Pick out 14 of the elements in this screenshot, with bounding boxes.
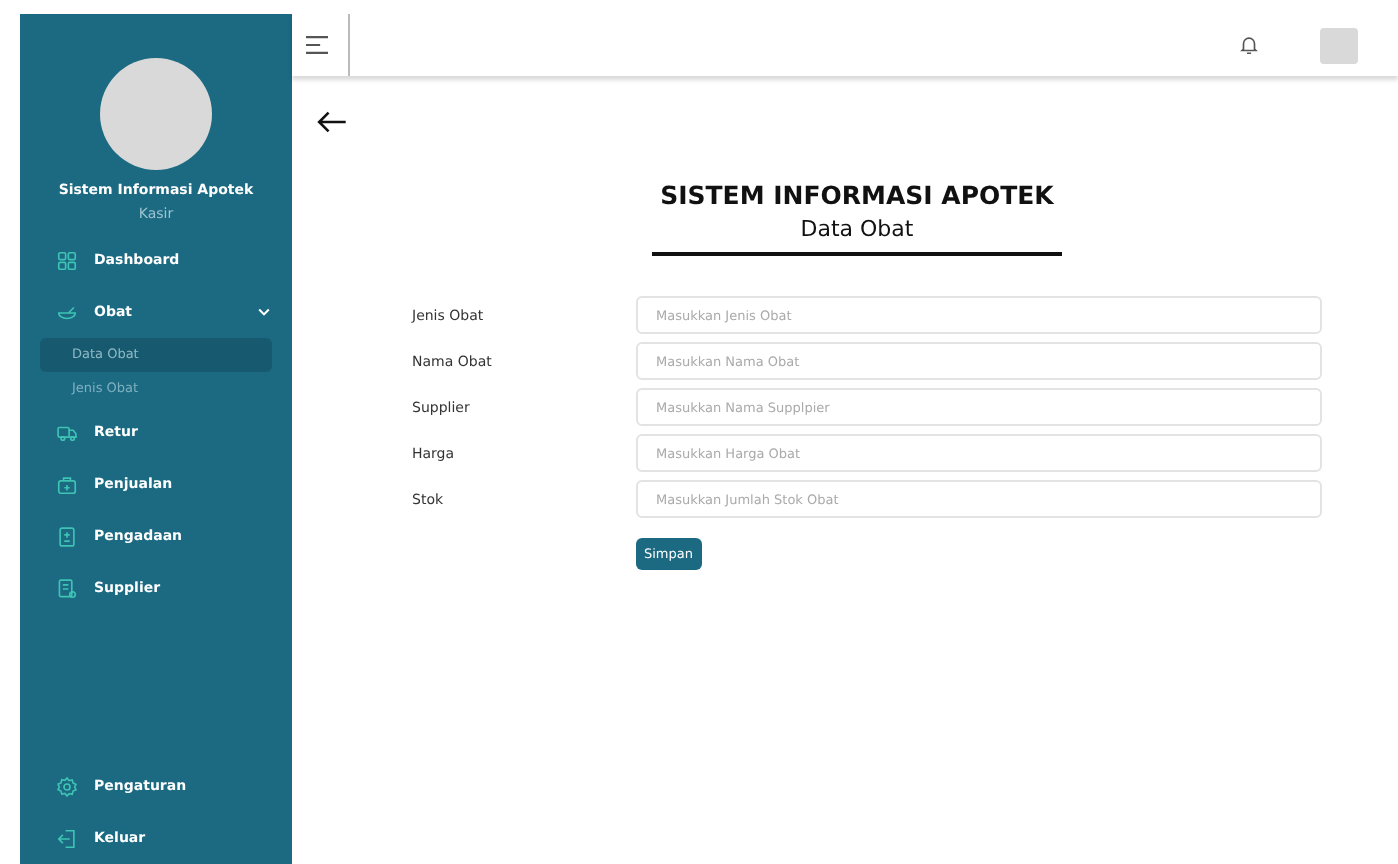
page-title: SISTEM INFORMASI APOTEK (660, 180, 1054, 210)
chevron-icon[interactable] (256, 304, 272, 320)
page-subtitle: Data Obat (800, 216, 914, 242)
menu-icon (56, 301, 78, 323)
menu-icon (56, 249, 78, 271)
menu-icon[interactable] (304, 34, 330, 56)
logout-icon (56, 827, 78, 849)
back-arrow-icon[interactable] (316, 110, 348, 134)
menu-icon (56, 577, 78, 599)
menu-icon (56, 421, 78, 443)
menu-icon (56, 473, 78, 495)
menu-icon (56, 525, 78, 547)
bell-icon[interactable] (1238, 34, 1260, 56)
settings-icon (56, 775, 78, 797)
